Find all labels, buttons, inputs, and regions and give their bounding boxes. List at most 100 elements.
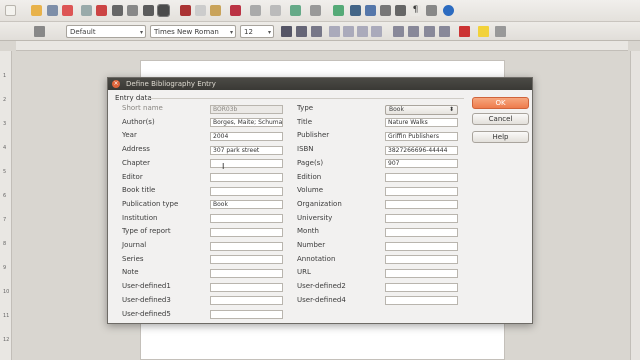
author-s-field[interactable]: Borges, Maite; Schumac <box>210 118 283 128</box>
new-document-icon[interactable] <box>5 5 16 16</box>
data-sources-icon[interactable] <box>395 5 406 16</box>
chapter-field[interactable] <box>210 159 283 169</box>
font-name-combo[interactable]: Times New Roman ▾ <box>150 25 236 38</box>
export-pdf-icon[interactable] <box>96 5 107 16</box>
underline-icon[interactable] <box>311 26 322 37</box>
styles-icon[interactable] <box>34 26 45 37</box>
note-field[interactable] <box>210 268 283 278</box>
type-of-report-field[interactable] <box>210 227 283 237</box>
bullets-icon[interactable] <box>408 26 419 37</box>
vertical-scrollbar[interactable] <box>630 51 640 360</box>
font-size-combo[interactable]: 12 ▾ <box>240 25 274 38</box>
publication-type-field[interactable]: Book <box>210 200 283 210</box>
chart-icon[interactable] <box>350 5 361 16</box>
background-color-icon[interactable] <box>495 26 506 37</box>
isbn-field[interactable]: 3827266696-44444 <box>385 145 458 155</box>
ruler-number: 12 <box>3 337 10 343</box>
user-defined3-field[interactable] <box>210 296 283 306</box>
chevron-down-icon: ▾ <box>229 29 233 36</box>
spellcheck-icon[interactable] <box>143 5 154 16</box>
italic-icon[interactable] <box>296 26 307 37</box>
annotation-field[interactable] <box>385 255 458 265</box>
organization-label: Organization <box>297 199 342 208</box>
font-color-icon[interactable] <box>459 26 470 37</box>
user-defined2-label: User-defined2 <box>297 282 346 291</box>
autospellcheck-icon[interactable] <box>157 4 170 17</box>
title-field[interactable]: Nature Walks <box>385 118 458 128</box>
publication-type-label: Publication type <box>122 199 179 208</box>
edition-label: Edition <box>297 172 322 181</box>
vertical-ruler[interactable]: 1 2 3 4 5 6 7 8 9 10 11 12 <box>0 51 12 360</box>
ruler-number: 7 <box>3 217 7 223</box>
paragraph-style-combo[interactable]: Default ▾ <box>66 25 146 38</box>
ok-button[interactable]: OK <box>472 97 529 109</box>
university-field[interactable] <box>385 214 458 224</box>
gallery-icon[interactable] <box>380 5 391 16</box>
print-preview-icon[interactable] <box>127 5 138 16</box>
short-name-field[interactable]: BOR03b <box>210 104 283 114</box>
user-defined4-field[interactable] <box>385 296 458 306</box>
zoom-icon[interactable] <box>426 5 437 16</box>
bold-icon[interactable] <box>281 26 292 37</box>
type-label: Type <box>297 104 314 112</box>
user-defined1-field[interactable] <box>210 282 283 292</box>
chapter-label: Chapter <box>122 158 150 167</box>
user-defined2-field[interactable] <box>385 282 458 292</box>
image-icon[interactable] <box>333 5 344 16</box>
close-icon[interactable]: × <box>112 80 120 88</box>
type-select-value: Book <box>389 105 404 113</box>
copy-icon[interactable] <box>195 5 206 16</box>
editor-field[interactable] <box>210 173 283 182</box>
align-right-icon[interactable] <box>357 26 368 37</box>
help-icon[interactable] <box>443 5 454 16</box>
editor-label: Editor <box>122 172 143 181</box>
navigator-icon[interactable] <box>365 5 376 16</box>
horizontal-ruler[interactable] <box>16 41 628 51</box>
number-field[interactable] <box>385 241 458 251</box>
align-center-icon[interactable] <box>343 26 354 37</box>
highlighting-icon[interactable] <box>478 26 489 37</box>
address-field[interactable]: 307 park street <box>210 145 283 155</box>
email-icon[interactable] <box>62 5 73 16</box>
formatting-marks-icon[interactable]: ¶ <box>410 5 421 16</box>
ruler-number: 11 <box>3 313 10 319</box>
publisher-field[interactable]: Griffin Publishers <box>385 131 458 141</box>
page-s-field[interactable]: 907 <box>385 159 458 169</box>
organization-field[interactable] <box>385 200 458 210</box>
user-defined5-label: User-defined5 <box>122 309 171 318</box>
cancel-button[interactable]: Cancel <box>472 113 529 125</box>
journal-label: Journal <box>122 241 147 249</box>
table-icon[interactable] <box>310 5 321 16</box>
print-icon[interactable] <box>112 5 123 16</box>
numbering-icon[interactable] <box>393 26 404 37</box>
chevron-down-icon: ▾ <box>139 29 143 36</box>
type-select[interactable]: Book ⬍ <box>385 104 458 115</box>
publisher-label: Publisher <box>297 131 330 140</box>
ruler-number: 8 <box>3 241 7 247</box>
url-field[interactable] <box>385 268 458 278</box>
increase-indent-icon[interactable] <box>439 26 450 37</box>
cut-icon[interactable] <box>180 5 191 16</box>
justify-icon[interactable] <box>371 26 382 37</box>
institution-field[interactable] <box>210 214 283 224</box>
save-icon[interactable] <box>47 5 58 16</box>
clone-formatting-icon[interactable] <box>230 5 241 16</box>
redo-icon[interactable] <box>270 5 281 16</box>
open-folder-icon[interactable] <box>31 5 42 16</box>
ruler-number: 9 <box>3 265 7 271</box>
align-left-icon[interactable] <box>329 26 340 37</box>
undo-icon[interactable] <box>250 5 261 16</box>
journal-field[interactable] <box>210 241 283 251</box>
series-field[interactable] <box>210 255 283 265</box>
edition-field[interactable] <box>385 173 458 182</box>
book-title-field[interactable] <box>210 186 283 196</box>
user-defined5-field[interactable] <box>210 310 283 319</box>
year-field[interactable]: 2004 <box>210 131 283 141</box>
decrease-indent-icon[interactable] <box>424 26 435 37</box>
volume-field[interactable] <box>385 186 458 196</box>
month-field[interactable] <box>385 227 458 237</box>
help-button[interactable]: Help <box>472 131 529 143</box>
edit-file-icon[interactable] <box>81 5 92 16</box>
paste-icon[interactable] <box>210 5 221 16</box>
hyperlink-icon[interactable] <box>290 5 301 16</box>
